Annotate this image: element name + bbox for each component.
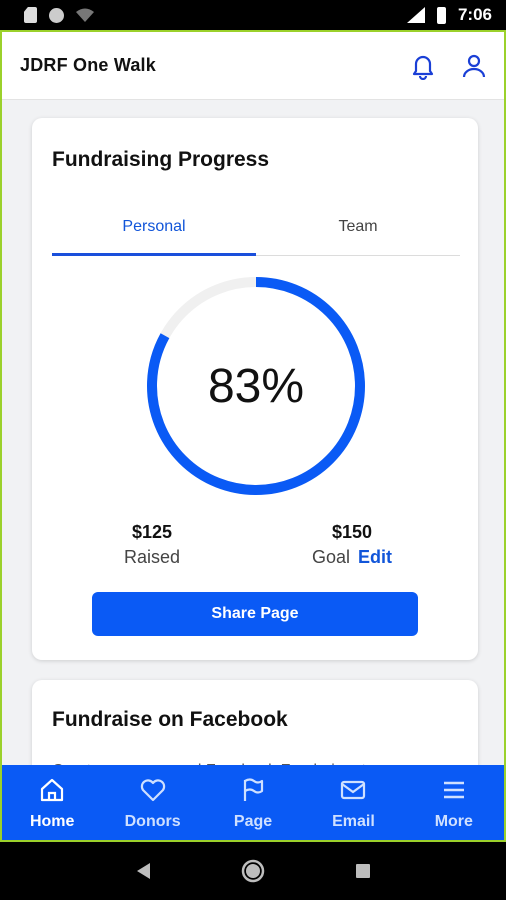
app-header: JDRF One Walk [2,32,504,100]
nav-email[interactable]: Email [303,765,403,840]
status-right: 7:06 [406,5,492,25]
share-page-button[interactable]: Share Page [92,592,418,636]
wifi-icon [76,8,94,22]
nav-donors[interactable]: Donors [102,765,202,840]
tab-personal[interactable]: Personal [52,208,256,256]
clock: 7:06 [457,5,492,24]
sd-card-icon [24,7,37,23]
menu-icon [443,781,464,799]
back-icon[interactable] [134,861,152,881]
goal-label: Goal [312,547,351,567]
edit-goal-link[interactable]: Edit [358,547,392,567]
goal-amount: $150 [331,522,373,542]
app-screen: JDRF One Walk Fundraising Progress Perso… [0,30,506,842]
nav-page-label: Page [233,813,273,830]
nav-email-label: Email [332,813,375,830]
header-actions [410,52,486,80]
heart-icon [140,779,165,802]
tab-team[interactable]: Team [256,208,460,255]
bell-icon[interactable] [410,52,436,80]
nav-more-label: More [434,813,473,830]
raised-amount: $125 [131,522,173,542]
goal-stat: $150 Goal Edit [312,522,392,568]
raised-stat: $125 Raised [124,522,180,568]
user-icon[interactable] [462,53,486,79]
nav-home[interactable]: Home [2,765,102,840]
system-nav-bar [0,842,506,900]
app-title: JDRF One Walk [20,55,156,75]
status-left [24,7,94,23]
facebook-card-title: Fundraise on Facebook [52,708,288,731]
nav-page[interactable]: Page [203,765,303,840]
sync-icon [49,7,64,23]
home-icon [41,778,64,802]
progress-card-title: Fundraising Progress [52,148,270,171]
progress-tabs: Personal Team [52,208,460,256]
nav-home-label: Home [29,813,75,830]
nav-donors-label: Donors [124,813,181,830]
nav-more[interactable]: More [404,765,504,840]
status-bar: 7:06 [0,0,506,30]
battery-icon [436,6,446,24]
bottom-nav: Home Donors Page Email More [2,765,504,840]
signal-icon [406,7,425,23]
home-button-icon[interactable] [241,859,265,883]
fundraising-progress-card: Fundraising Progress Personal Team 83% $… [32,118,478,660]
flag-icon [243,778,264,801]
mail-icon [341,780,366,800]
raised-label: Raised [124,547,181,567]
progress-percent: 83% [207,359,305,413]
goal-row: Goal Edit [312,547,392,568]
recents-icon[interactable] [354,862,372,880]
